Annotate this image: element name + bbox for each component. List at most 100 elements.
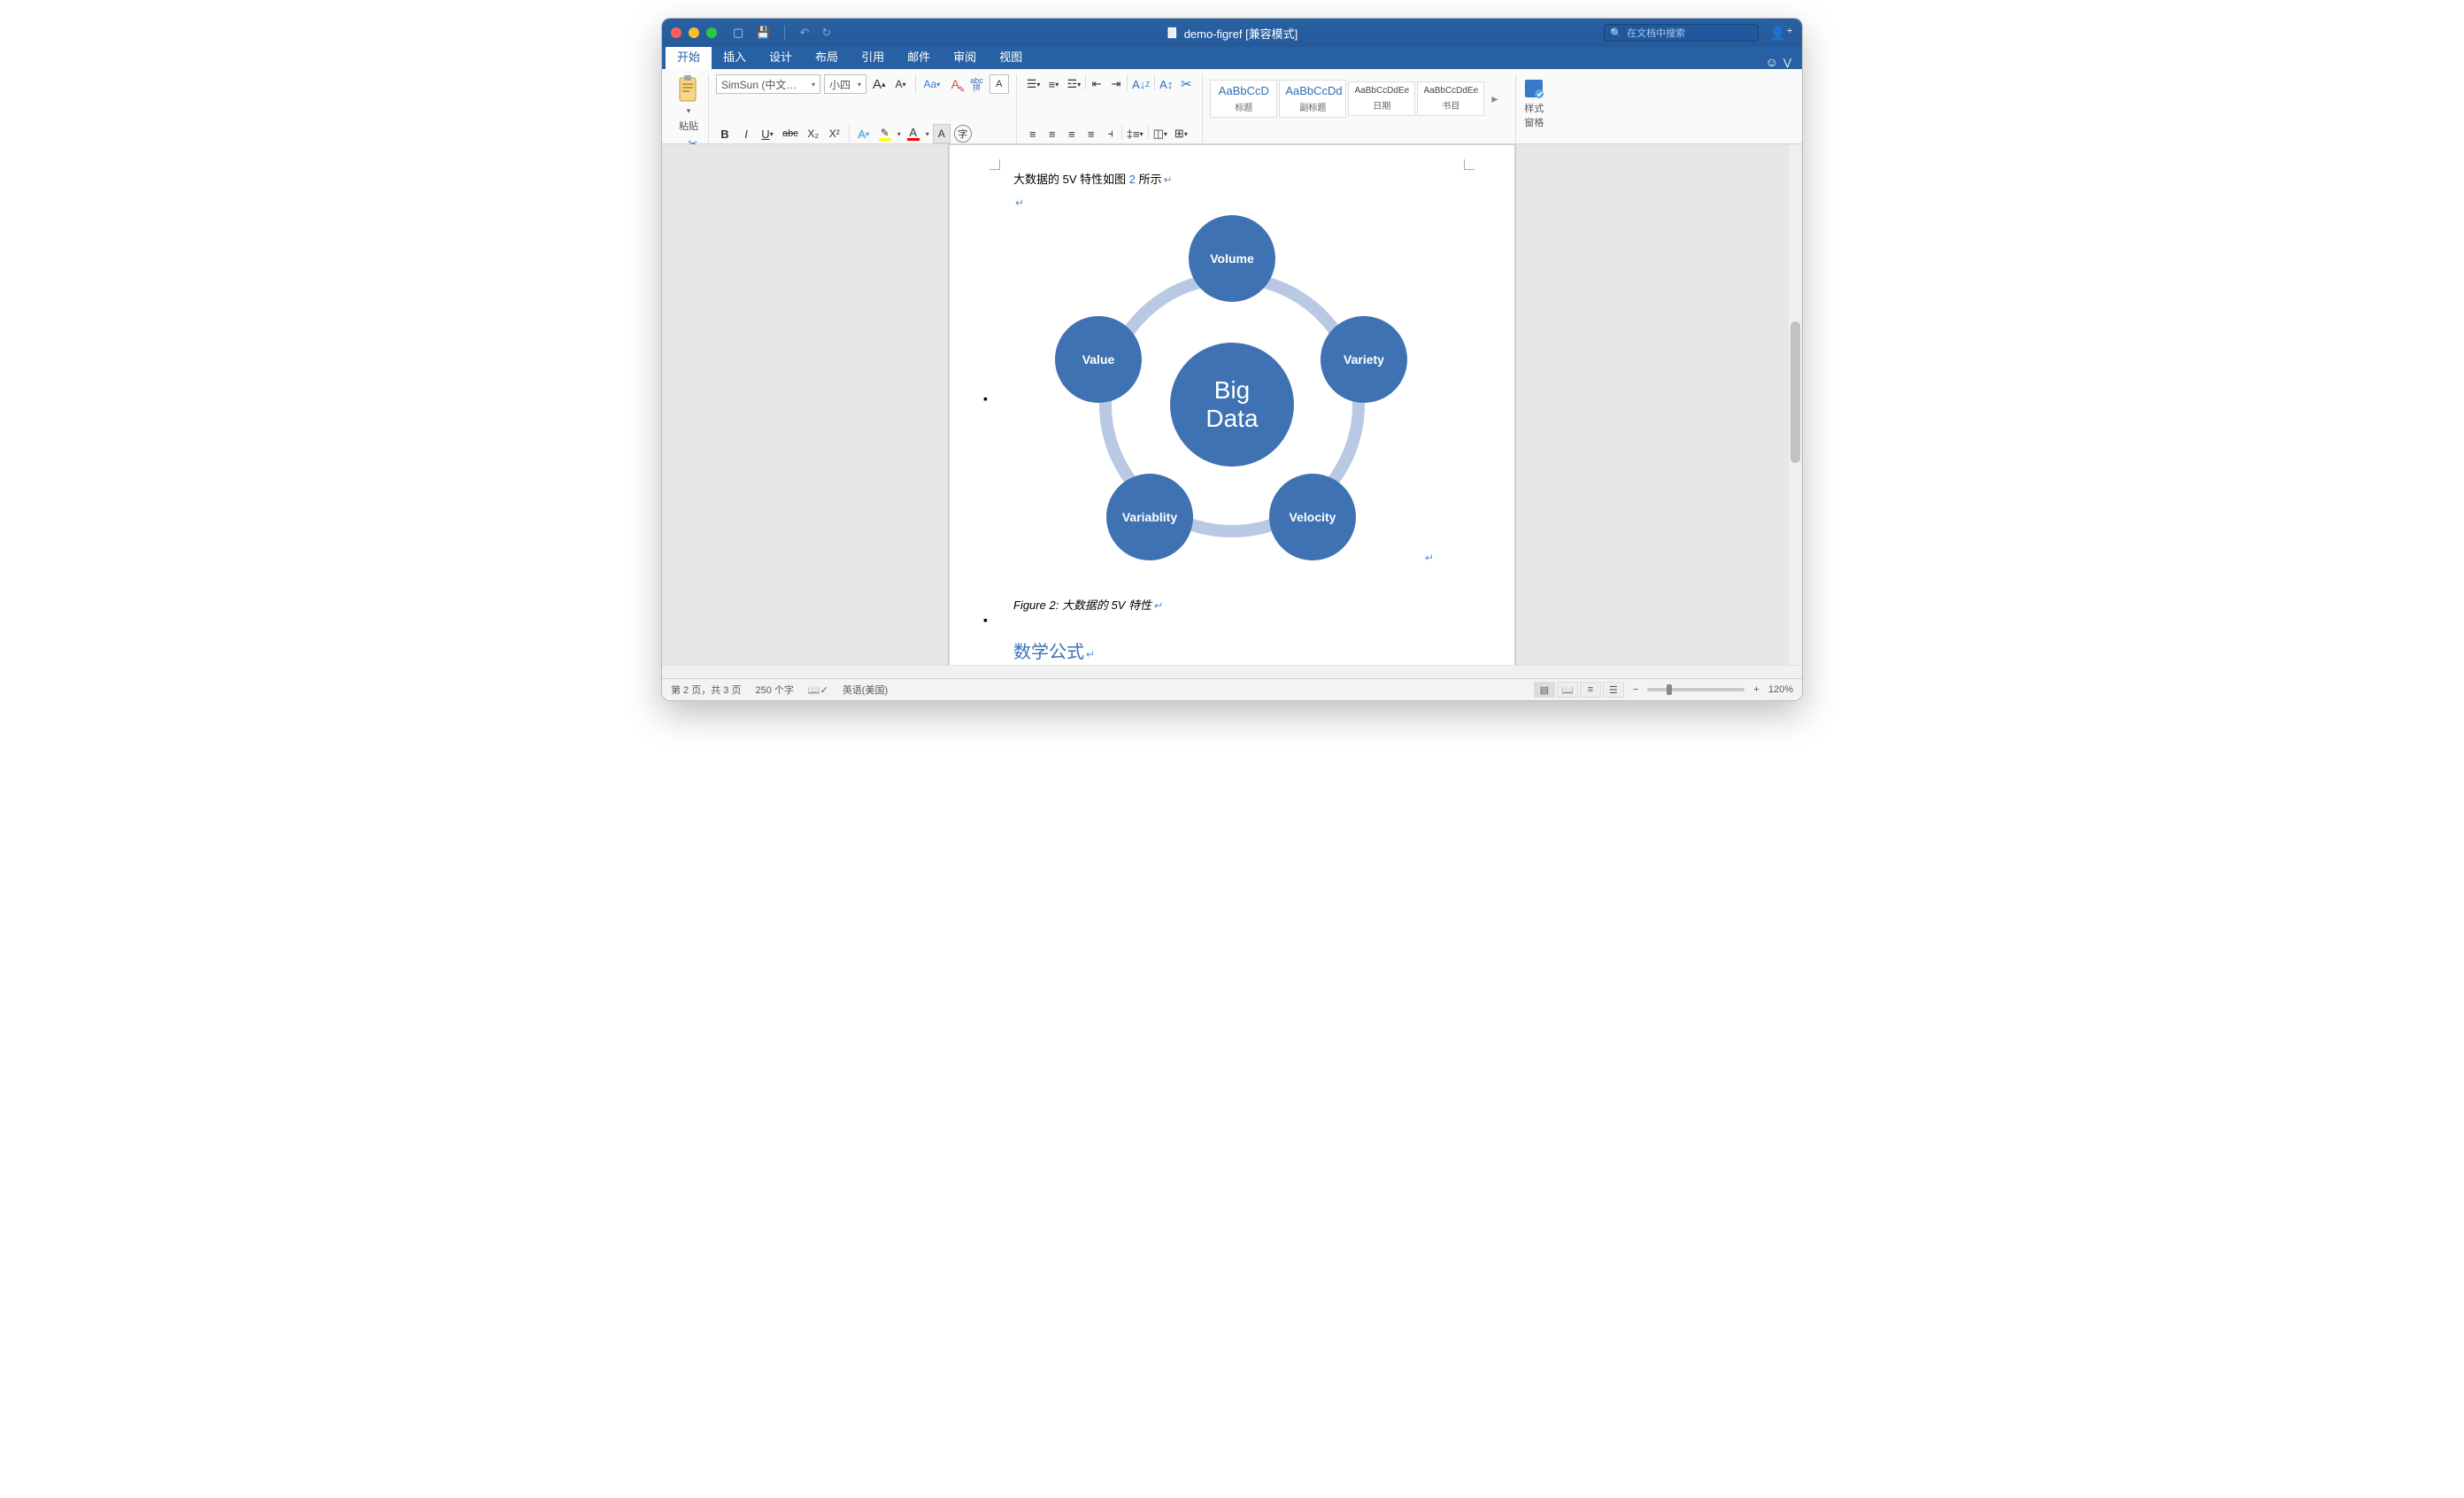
char-border-icon[interactable]: A [989,74,1009,94]
scrollbar-vertical[interactable] [1789,144,1802,665]
underline-button[interactable]: U▾ [758,124,776,143]
show-marks-icon[interactable]: ✂ [1177,74,1195,94]
print-layout-view-icon[interactable]: ▤ [1534,682,1555,698]
heading-math[interactable]: 数学公式↵ [1013,637,1451,663]
save-icon[interactable]: 💾 [756,26,770,40]
node-velocity: Velocity [1269,474,1356,560]
tab-mailings[interactable]: 邮件 [896,44,942,69]
status-language[interactable]: 英语(美国) [843,683,888,697]
bullets-icon[interactable]: ☰▾ [1024,74,1043,94]
zoom-value[interactable]: 120% [1768,684,1793,695]
web-layout-view-icon[interactable]: ≡ [1580,682,1601,698]
statusbar: 第 2 页，共 3 页 250 个字 📖✓ 英语(美国) ▤ 📖 ≡ ☰ − +… [662,678,1802,700]
tab-design[interactable]: 设计 [758,44,804,69]
tab-home[interactable]: 开始 [666,44,712,69]
search-placeholder: 在文档中搜索 [1627,26,1685,40]
increase-indent-icon[interactable]: ⇥ [1107,74,1125,94]
paste-arrow-icon[interactable]: ▾ [687,106,691,116]
text-effects-icon[interactable]: A▾ [855,124,873,143]
close-window[interactable] [671,27,681,38]
collapse-ribbon-icon[interactable]: ⋁ [1783,57,1791,68]
align-center-icon[interactable]: ≡ [1043,124,1061,143]
auto-save-icon[interactable]: ▢ [733,26,743,40]
word-file-icon [1167,27,1179,39]
distribute-icon[interactable]: ⫞ [1102,124,1120,143]
titlebar: ▢ 💾 ↶ ↻ demo-figref [兼容模式] 🔍 在文档中搜索 👤⁺ [662,19,1802,47]
separator [915,75,916,93]
tab-insert[interactable]: 插入 [712,44,758,69]
multilevel-list-icon[interactable]: ☲▾ [1064,74,1083,94]
subscript-button[interactable]: X₂ [805,124,822,143]
share-icon[interactable]: 👤⁺ [1769,25,1793,41]
paragraph-mark-icon: ↵ [1015,197,1024,209]
grow-font-icon[interactable]: A▴ [870,74,889,94]
style-subtitle[interactable]: AaBbCcDd 副标题 [1279,80,1346,118]
spellcheck-icon[interactable]: 📖✓ [808,684,828,696]
styles-group: AaBbCcD 标题 AaBbCcDd 副标题 AaBbCcDdEe 日期 Aa… [1203,74,1516,143]
figure-caption[interactable]: Figure 2: 大数据的 5V 特性↵ [1013,596,1451,613]
smiley-feedback-icon[interactable]: ☺ [1766,55,1778,69]
sort-icon[interactable]: A↓Z [1129,74,1152,94]
read-mode-view-icon[interactable]: 📖 [1557,682,1578,698]
style-heading[interactable]: AaBbCcD 标题 [1210,80,1277,118]
highlight-arrow-icon[interactable]: ▾ [897,130,901,138]
paragraph-mark-icon: ↵ [1425,552,1434,564]
tab-layout[interactable]: 布局 [804,44,850,69]
fullscreen-window[interactable] [706,27,717,38]
phonetic-guide-icon[interactable]: abc拼 [967,74,986,94]
scrollbar-horizontal[interactable] [662,665,1802,678]
tab-references[interactable]: 引用 [850,44,896,69]
cross-ref-number[interactable]: 2 [1129,173,1136,186]
justify-icon[interactable]: ≡ [1082,124,1100,143]
char-shading-icon[interactable]: A [933,124,951,143]
scrollbar-thumb[interactable] [1790,321,1800,463]
body-paragraph[interactable]: 大数据的 5V 特性如图 2 所示↵ [1013,170,1451,187]
styles-more-icon[interactable]: ▸ [1486,91,1503,106]
numbering-icon[interactable]: ≡▾ [1044,74,1062,94]
decrease-indent-icon[interactable]: ⇤ [1088,74,1105,94]
align-right-icon[interactable]: ≡ [1063,124,1081,143]
font-color-button[interactable]: A [905,124,922,143]
enclose-char-icon[interactable]: 字 [954,125,972,143]
zoom-out-icon[interactable]: − [1633,684,1638,695]
italic-button[interactable]: I [737,124,755,143]
smartart-diagram[interactable]: Big Data Volume Variety Velocity Variabl… [1046,219,1418,591]
outline-view-icon[interactable]: ☰ [1603,682,1624,698]
document-area[interactable]: 大数据的 5V 特性如图 2 所示↵ ↵ ▪ Big Data Volume V… [662,144,1802,665]
window-controls [671,27,717,38]
status-page[interactable]: 第 2 页，共 3 页 [671,683,741,697]
font-name-combo[interactable]: SimSun (中文…▾ [716,74,820,94]
change-case-icon[interactable]: Aa▾ [921,74,943,94]
font-color-arrow-icon[interactable]: ▾ [926,130,929,138]
redo-icon[interactable]: ↻ [821,26,831,40]
status-word-count[interactable]: 250 个字 [755,683,793,697]
style-bibliography[interactable]: AaBbCcDdEe 书目 [1417,81,1484,116]
page[interactable]: 大数据的 5V 特性如图 2 所示↵ ↵ ▪ Big Data Volume V… [949,144,1515,665]
strikethrough-button[interactable]: abc [780,124,801,143]
highlight-button[interactable]: ✎ [876,124,894,143]
zoom-in-icon[interactable]: + [1753,684,1759,695]
shrink-font-icon[interactable]: A▾ [892,74,910,94]
paragraph-mark-icon: ↵ [1086,648,1095,660]
font-size-combo[interactable]: 小四▾ [824,74,866,94]
superscript-button[interactable]: X² [826,124,843,143]
paste-icon[interactable] [676,74,701,104]
tab-review[interactable]: 审阅 [942,44,988,69]
borders-icon[interactable]: ⊞▾ [1172,124,1190,143]
clipboard-group: ▾ 粘贴 ✂ ⧉ 🖌 [669,74,709,143]
shading-icon[interactable]: ◫▾ [1151,124,1170,143]
minimize-window[interactable] [689,27,699,38]
line-spacing-icon[interactable]: ‡≡▾ [1124,124,1146,143]
styles-pane-button[interactable]: 样式 窗格 [1523,78,1544,129]
clear-format-icon[interactable]: A✎ [946,74,964,94]
paragraph-mark-icon: ↵ [1153,599,1162,612]
search-input[interactable]: 🔍 在文档中搜索 [1604,24,1759,42]
align-left-icon[interactable]: ≡ [1024,124,1042,143]
bold-button[interactable]: B [716,124,734,143]
empty-paragraph[interactable]: ↵ [1013,196,1451,210]
tab-view[interactable]: 视图 [988,44,1034,69]
zoom-slider[interactable] [1647,688,1744,691]
undo-icon[interactable]: ↶ [799,26,809,40]
style-date[interactable]: AaBbCcDdEe 日期 [1348,81,1415,116]
text-direction-icon[interactable]: A↕ [1157,74,1175,94]
